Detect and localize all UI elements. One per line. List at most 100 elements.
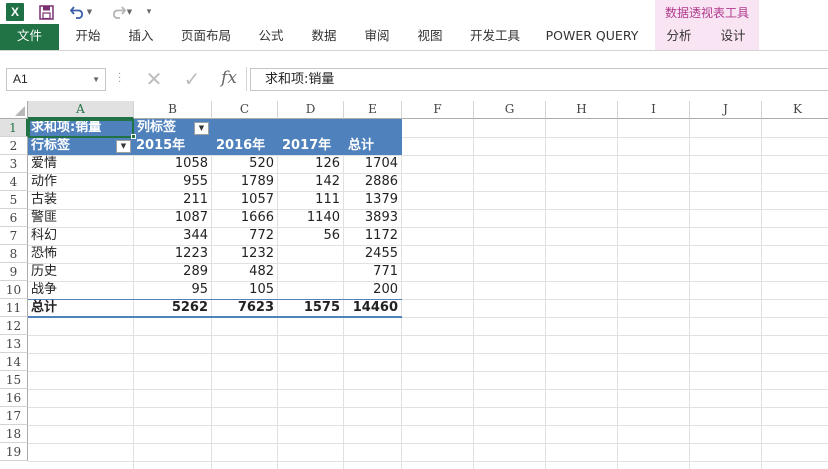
row-labels-filter-button[interactable]: ▼ [116, 140, 131, 153]
tab-view[interactable]: 视图 [412, 24, 448, 50]
grand-total-cell[interactable]: 14460 [344, 299, 402, 317]
undo-dropdown-icon[interactable]: ▼ [87, 8, 92, 16]
tab-page-layout[interactable]: 页面布局 [176, 24, 236, 50]
row-header[interactable]: 15 [0, 371, 28, 389]
tab-pivot-design[interactable]: 设计 [713, 24, 753, 50]
pivot-value-cell[interactable]: 211 [134, 191, 212, 209]
row-header[interactable]: 14 [0, 353, 28, 371]
col-header-i[interactable]: I [618, 101, 690, 119]
pivot-value-cell[interactable]: 56 [278, 227, 344, 245]
col-header-f[interactable]: F [402, 101, 474, 119]
insert-function-button[interactable]: fx [214, 67, 244, 91]
tab-power-query[interactable]: POWER QUERY [542, 24, 642, 50]
tab-data[interactable]: 数据 [306, 24, 342, 50]
grand-total-cell[interactable]: 5262 [134, 299, 212, 317]
row-header[interactable]: 1 [0, 119, 28, 137]
row-header[interactable]: 12 [0, 317, 28, 335]
formula-input[interactable]: 求和项:销量 [250, 68, 828, 91]
tab-insert[interactable]: 插入 [123, 24, 159, 50]
col-header-a[interactable]: A [28, 101, 134, 119]
col-header-h[interactable]: H [546, 101, 618, 119]
pivot-value-cell[interactable] [278, 281, 344, 299]
cancel-entry-button[interactable]: ✕ [140, 67, 168, 91]
pivot-value-cell[interactable]: 1057 [212, 191, 278, 209]
grand-total-cell[interactable]: 7623 [212, 299, 278, 317]
pivot-value-cell[interactable]: 955 [134, 173, 212, 191]
pivot-value-cell[interactable]: 126 [278, 155, 344, 173]
pivot-row-label[interactable]: 科幻 [28, 227, 134, 245]
tab-review[interactable]: 审阅 [359, 24, 395, 50]
pivot-value-cell[interactable]: 1789 [212, 173, 278, 191]
col-header-g[interactable]: G [474, 101, 546, 119]
redo-button[interactable]: ▼ [108, 2, 134, 22]
grand-total-label[interactable]: 总计 [28, 299, 134, 317]
year-header-cell[interactable]: 2017年 [278, 137, 344, 155]
tab-pivot-analyze[interactable]: 分析 [659, 24, 699, 50]
pivot-value-cell[interactable]: 1087 [134, 209, 212, 227]
pivot-value-cell[interactable]: 1223 [134, 245, 212, 263]
pivot-value-cell[interactable]: 1666 [212, 209, 278, 227]
pivot-value-cell[interactable]: 1232 [212, 245, 278, 263]
col-header-c[interactable]: C [212, 101, 278, 119]
row-header[interactable]: 16 [0, 389, 28, 407]
pivot-row-label[interactable]: 历史 [28, 263, 134, 281]
select-all-button[interactable] [0, 101, 28, 119]
pivot-total-cell[interactable]: 2886 [344, 173, 402, 191]
pivot-total-cell[interactable]: 3893 [344, 209, 402, 227]
pivot-value-cell[interactable]: 111 [278, 191, 344, 209]
pivot-total-cell[interactable]: 200 [344, 281, 402, 299]
fill-handle[interactable] [131, 134, 136, 139]
pivot-value-cell[interactable]: 1058 [134, 155, 212, 173]
pivot-column-labels-cell[interactable]: 列标签 [134, 119, 402, 137]
pivot-value-cell[interactable]: 289 [134, 263, 212, 281]
enter-entry-button[interactable]: ✓ [178, 67, 206, 91]
row-header[interactable]: 9 [0, 263, 28, 281]
pivot-row-label[interactable]: 恐怖 [28, 245, 134, 263]
row-header[interactable]: 6 [0, 209, 28, 227]
col-header-k[interactable]: K [762, 101, 828, 119]
pivot-total-cell[interactable]: 2455 [344, 245, 402, 263]
pivot-row-label[interactable]: 动作 [28, 173, 134, 191]
column-labels-filter-button[interactable]: ▼ [194, 122, 209, 135]
row-header[interactable]: 5 [0, 191, 28, 209]
pivot-value-cell[interactable] [278, 263, 344, 281]
row-header[interactable]: 11 [0, 299, 28, 317]
row-header[interactable]: 19 [0, 443, 28, 461]
row-header[interactable]: 7 [0, 227, 28, 245]
row-header[interactable]: 10 [0, 281, 28, 299]
pivot-value-cell[interactable]: 95 [134, 281, 212, 299]
pivot-total-cell[interactable]: 1379 [344, 191, 402, 209]
customize-qat-icon[interactable]: ▾ [143, 2, 155, 22]
name-box[interactable]: A1 ▼ [6, 68, 106, 91]
tab-formulas[interactable]: 公式 [253, 24, 289, 50]
total-header-cell[interactable]: 总计 [344, 137, 402, 155]
row-header[interactable]: 2 [0, 137, 28, 155]
undo-button[interactable]: ▼ [68, 2, 94, 22]
pivot-row-label[interactable]: 战争 [28, 281, 134, 299]
pivot-value-cell[interactable]: 520 [212, 155, 278, 173]
year-header-cell[interactable]: 2015年 [134, 137, 212, 155]
pivot-value-cell[interactable]: 105 [212, 281, 278, 299]
col-header-d[interactable]: D [278, 101, 344, 119]
worksheet-grid[interactable]: A B C D E F G H I J K 1 2 3 4 5 6 7 8 9 … [0, 101, 828, 469]
pivot-row-label[interactable]: 警匪 [28, 209, 134, 227]
tab-developer[interactable]: 开发工具 [465, 24, 525, 50]
pivot-total-cell[interactable]: 1704 [344, 155, 402, 173]
pivot-value-cell[interactable]: 772 [212, 227, 278, 245]
pivot-value-field-cell[interactable]: 求和项:销量 [28, 119, 134, 137]
row-header[interactable]: 4 [0, 173, 28, 191]
row-header[interactable]: 13 [0, 335, 28, 353]
year-header-cell[interactable]: 2016年 [212, 137, 278, 155]
row-header[interactable]: 8 [0, 245, 28, 263]
pivot-row-label[interactable]: 爱情 [28, 155, 134, 173]
name-box-dropdown-icon[interactable]: ▼ [92, 69, 100, 90]
row-header[interactable]: 18 [0, 425, 28, 443]
pivot-value-cell[interactable]: 344 [134, 227, 212, 245]
redo-dropdown-icon[interactable]: ▼ [127, 8, 132, 16]
row-header[interactable]: 17 [0, 407, 28, 425]
save-button[interactable] [37, 2, 55, 22]
col-header-j[interactable]: J [690, 101, 762, 119]
formula-bar-grip-icon[interactable]: · · · [118, 70, 122, 88]
row-header[interactable]: 3 [0, 155, 28, 173]
tab-home[interactable]: 开始 [70, 24, 106, 50]
